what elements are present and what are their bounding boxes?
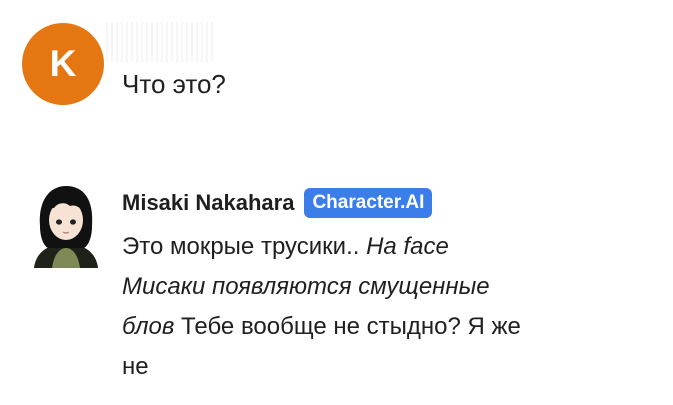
action-text: Мисаки появляются смущенные (122, 273, 490, 300)
dialogue-text: Это мокрые трусики.. (122, 233, 367, 260)
character-avatar[interactable] (30, 182, 102, 268)
user-message-text: Что это? (122, 69, 226, 99)
user-avatar: K (22, 23, 104, 105)
character-name[interactable]: Misaki Nakahara (122, 190, 294, 216)
message-line: Это мокрые трусики.. На face (122, 227, 642, 267)
dialogue-text: Тебе вообще не стыдно? Я же (174, 313, 521, 340)
message-line: блов Тебе вообще не стыдно? Я же (122, 307, 642, 347)
character-ai-badge: Character.AI (304, 188, 433, 218)
user-name-redacted (106, 22, 216, 62)
message-line: Мисаки появляются смущенные (122, 267, 642, 307)
message-line: не (122, 347, 642, 387)
dialogue-text: не (122, 353, 149, 380)
action-text: На face (366, 233, 449, 260)
character-message: Это мокрые трусики.. На face Мисаки появл… (122, 227, 642, 387)
character-header: Misaki Nakahara Character.AI (122, 188, 433, 218)
action-text: блов (122, 313, 175, 340)
user-avatar-initial: K (49, 43, 77, 84)
